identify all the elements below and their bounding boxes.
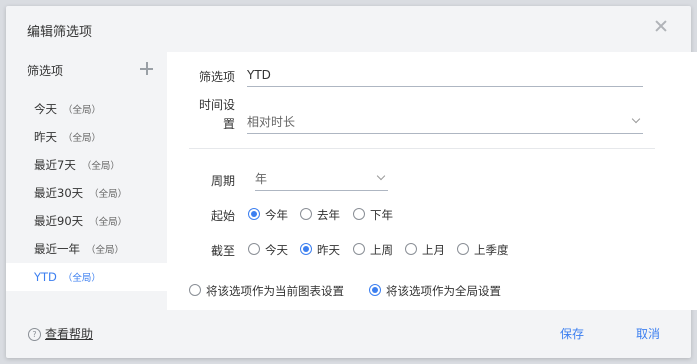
chevron-down-icon [631,114,641,124]
radio-label: 去年 [317,208,340,222]
radio-icon [369,284,381,296]
radio-icon [189,284,201,296]
dialog-title: 编辑筛选项 [27,25,93,40]
filter-item-yesterday[interactable]: 昨天 （全局） [6,123,167,151]
filter-item-last-90-days[interactable]: 最近90天 （全局） [6,207,167,235]
filter-list: 今天 （全局） 昨天 （全局） 最近7天 （全局） 最近30天 （全局） 最近90天 （全… [6,95,167,291]
close-icon[interactable] [654,19,668,33]
start-option-next-year[interactable]: 下年 [353,207,393,223]
filter-name-label: 筛选项 [199,70,236,84]
start-label: 起始 [211,209,236,223]
save-button[interactable]: 保存 [560,325,584,342]
radio-label: 上月 [422,243,445,257]
filter-item-tag: （全局） [89,217,128,228]
end-option-last-quarter[interactable]: 上季度 [457,242,509,258]
radio-icon [353,243,365,255]
end-option-yesterday[interactable]: 昨天 [300,242,340,258]
radio-icon [457,243,469,255]
sidebar-title: 筛选项 [27,64,64,78]
filter-item-ytd[interactable]: YTD （全局） [6,263,167,291]
start-option-this-year[interactable]: 今年 [248,207,288,223]
scope-option-current-chart[interactable]: 将该选项作为当前图表设置 [189,283,344,299]
scope-option-global[interactable]: 将该选项作为全局设置 [369,283,501,299]
radio-icon [300,243,312,255]
question-circle-icon: ? [28,328,41,341]
radio-icon [405,243,417,255]
time-setting-select[interactable]: 相对时长 [247,113,643,134]
start-option-last-year[interactable]: 去年 [300,207,340,223]
chevron-down-icon [376,171,386,181]
filter-item-tag: （全局） [89,189,128,200]
filter-item-last-year[interactable]: 最近一年 （全局） [6,235,167,263]
filter-edit-panel: 筛选项 YTD 时间设 置 相对时长 周期 年 起始 今年 去年 下年 截至 今… [167,52,697,310]
filter-item-tag: （全局） [86,245,125,256]
radio-label: 今年 [265,208,288,222]
radio-label: 将该选项作为全局设置 [386,284,501,298]
period-select[interactable]: 年 [255,170,388,191]
filter-item-tag: （全局） [63,133,102,144]
filter-item-label: YTD [34,270,57,284]
filter-item-tag: （全局） [62,273,101,284]
add-filter-icon[interactable] [140,62,153,75]
help-link[interactable]: ? 查看帮助 [28,325,93,342]
radio-label: 下年 [370,208,393,222]
end-label: 截至 [211,244,236,258]
filter-name-input[interactable]: YTD [247,66,643,87]
filter-item-label: 最近90天 [34,214,84,228]
filter-item-label: 最近一年 [34,242,80,256]
filter-item-label: 今天 [34,102,57,116]
divider [189,148,655,149]
period-value: 年 [255,172,268,186]
end-option-last-week[interactable]: 上周 [353,242,393,258]
radio-icon [300,208,312,220]
time-setting-label-line1: 时间设 [199,98,236,112]
end-option-last-month[interactable]: 上月 [405,242,445,258]
filter-item-label: 最近30天 [34,186,84,200]
end-option-today[interactable]: 今天 [248,242,288,258]
period-label: 周期 [211,174,236,188]
radio-label: 昨天 [317,243,340,257]
time-setting-value: 相对时长 [247,115,296,129]
radio-label: 将该选项作为当前图表设置 [206,284,344,298]
radio-label: 今天 [265,243,288,257]
filter-item-label: 最近7天 [34,158,76,172]
radio-label: 上季度 [474,243,509,257]
radio-icon [248,243,260,255]
filter-item-tag: （全局） [81,161,120,172]
filter-item-tag: （全局） [63,105,102,116]
help-label: 查看帮助 [45,327,94,341]
filter-item-today[interactable]: 今天 （全局） [6,95,167,123]
time-setting-label-line2: 置 [223,117,236,131]
radio-icon [248,208,260,220]
radio-icon [353,208,365,220]
filter-item-last-7-days[interactable]: 最近7天 （全局） [6,151,167,179]
filter-item-last-30-days[interactable]: 最近30天 （全局） [6,179,167,207]
radio-label: 上周 [370,243,393,257]
edit-filter-dialog: 编辑筛选项 筛选项 今天 （全局） 昨天 （全局） 最近7天 （全局） 最近30天 （全… [6,6,697,358]
cancel-button[interactable]: 取消 [636,325,660,342]
filter-item-label: 昨天 [34,130,57,144]
